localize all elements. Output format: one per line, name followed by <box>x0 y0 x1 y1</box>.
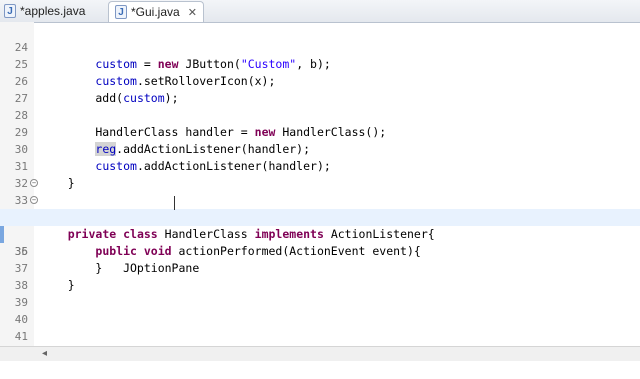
close-icon[interactable]: ✕ <box>188 6 197 19</box>
java-file-icon: J <box>115 5 127 19</box>
fold-toggle-icon[interactable]: − <box>30 179 38 187</box>
code-line[interactable]: 39 <box>0 277 640 309</box>
code-line[interactable]: 28 HandlerClass handler = new HandlerCla… <box>0 90 640 139</box>
code-line-current[interactable]: 35 JOptionPane <box>0 209 640 275</box>
code-line[interactable]: 30 custom.addActionListener(handler); <box>0 124 640 173</box>
code-line[interactable]: 26 add(custom); <box>0 56 640 105</box>
code-line[interactable]: 33 − private class HandlerClass implemen… <box>0 175 640 241</box>
code-line[interactable]: 42 <box>0 328 640 360</box>
code-line[interactable]: 32 <box>0 158 640 190</box>
code-line[interactable]: 34 − public void actionPerformed(ActionE… <box>0 192 640 258</box>
code-line[interactable]: 27 <box>0 73 640 105</box>
fold-toggle-icon[interactable]: − <box>30 196 38 204</box>
code-line[interactable]: 24 custom = new JButton("Custom", b); <box>0 22 640 71</box>
editor-tab-bar: J *apples.java J *Gui.java ✕ <box>0 0 640 23</box>
scroll-left-arrow-icon[interactable]: ◂ <box>42 347 47 360</box>
tab-label: *apples.java <box>20 4 86 18</box>
tab-apples-java[interactable]: J *apples.java <box>4 1 85 21</box>
code-line[interactable]: 38 <box>0 260 640 292</box>
code-line[interactable]: 37 } <box>0 243 640 292</box>
code-editor[interactable]: 24 custom = new JButton("Custom", b); 25… <box>0 22 640 360</box>
code-line[interactable]: 31 } <box>0 141 640 190</box>
horizontal-scrollbar[interactable]: ◂ <box>0 346 640 361</box>
code-line[interactable]: 36 } <box>0 226 640 275</box>
code-line[interactable]: 25 custom.setRolloverIcon(x); <box>0 39 640 88</box>
java-file-icon: J <box>4 4 16 18</box>
tab-label: *Gui.java <box>131 5 180 19</box>
code-line[interactable]: 40 <box>0 294 640 326</box>
code-line[interactable]: 41 } <box>0 311 640 360</box>
code-line[interactable]: 29 reg.addActionListener(handler); <box>0 107 640 156</box>
tab-gui-java[interactable]: J *Gui.java ✕ <box>108 1 204 22</box>
text-cursor-icon <box>174 196 175 210</box>
